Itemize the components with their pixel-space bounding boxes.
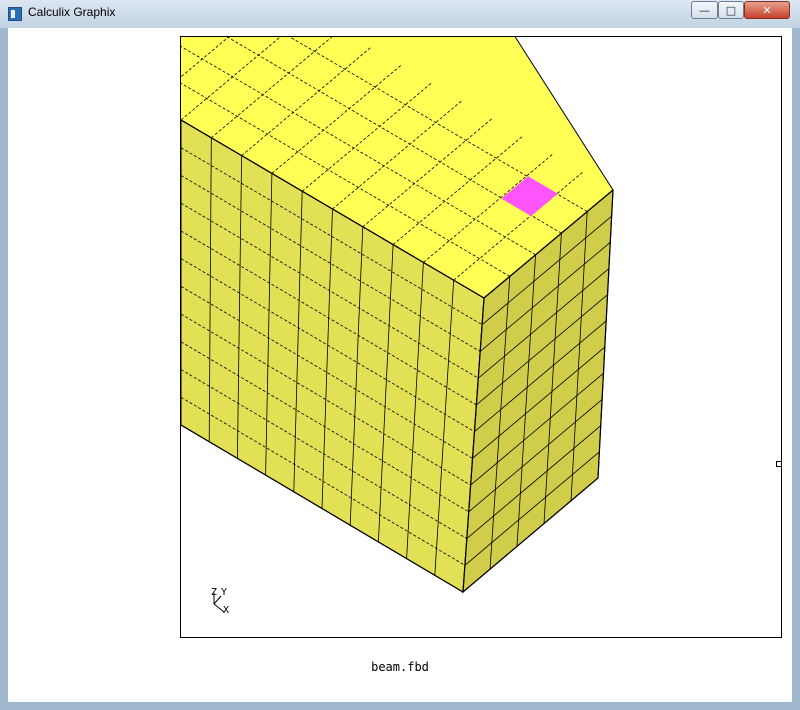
graphics-viewport[interactable]: Z Y X xyxy=(180,36,782,638)
axis-label-y: Y xyxy=(221,587,228,598)
close-icon: ✕ xyxy=(762,3,772,17)
maximize-icon: □ xyxy=(725,3,737,17)
client-area: Z Y X beam.fbd xyxy=(8,28,792,702)
axis-label-x: X xyxy=(223,605,230,616)
axis-label-z: Z xyxy=(211,587,218,598)
mesh-model xyxy=(181,37,614,594)
filename-label: beam.fbd xyxy=(371,660,429,674)
title-bar[interactable]: Calculix Graphix — □ ✕ xyxy=(0,0,800,28)
resize-handle[interactable] xyxy=(776,461,782,467)
mesh-canvas[interactable] xyxy=(181,37,781,637)
calculix-app-icon xyxy=(8,7,22,21)
maximize-button[interactable]: □ xyxy=(718,1,744,19)
close-button[interactable]: ✕ xyxy=(744,1,790,19)
app-window: Calculix Graphix — □ ✕ Z Y X beam.fbd xyxy=(0,0,800,710)
window-title: Calculix Graphix xyxy=(28,5,116,19)
minimize-button[interactable]: — xyxy=(691,1,718,19)
minimize-icon: — xyxy=(699,3,710,17)
